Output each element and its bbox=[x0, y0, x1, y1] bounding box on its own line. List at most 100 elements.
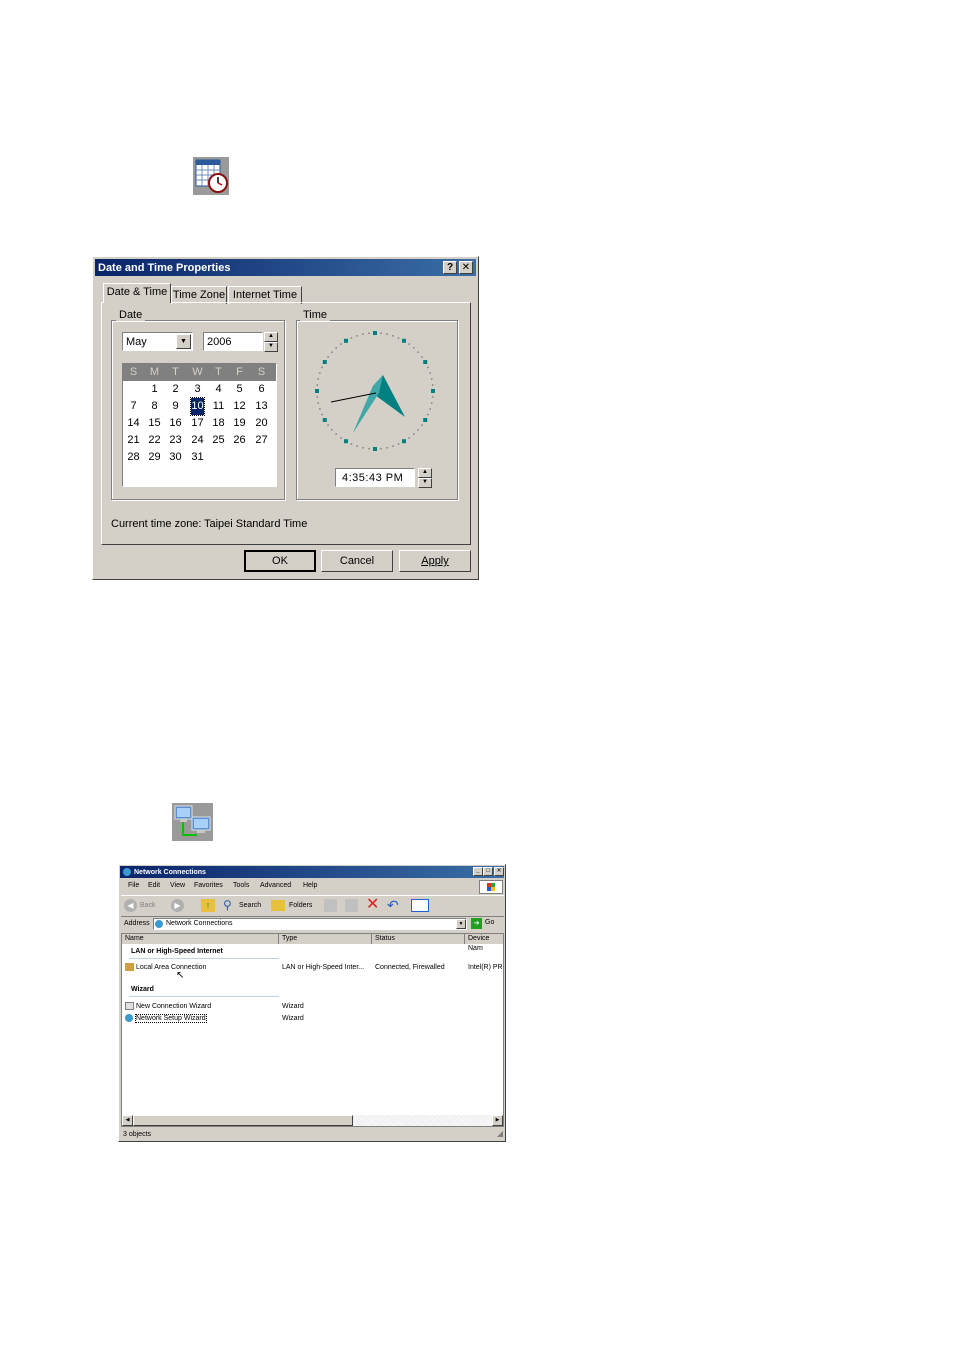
calendar-day[interactable]: 12 bbox=[229, 398, 250, 415]
calendar-day[interactable]: 20 bbox=[251, 415, 272, 432]
calendar-day[interactable]: 28 bbox=[123, 449, 144, 466]
clock-minute-mark bbox=[431, 396, 434, 398]
calendar-day[interactable]: 22 bbox=[144, 432, 165, 449]
menu-advanced[interactable]: Advanced bbox=[260, 882, 291, 889]
calendar-day[interactable]: 5 bbox=[229, 381, 250, 398]
clock-hour-mark bbox=[322, 360, 327, 364]
calendar-day[interactable]: 24 bbox=[187, 432, 208, 449]
menu-tools[interactable]: Tools bbox=[233, 882, 249, 889]
calendar-day[interactable]: 18 bbox=[208, 415, 229, 432]
calendar-day[interactable]: 25 bbox=[208, 432, 229, 449]
clock-minute-mark bbox=[397, 337, 400, 339]
clock-minute-mark bbox=[417, 429, 419, 431]
year-field[interactable]: 2006 bbox=[203, 332, 263, 351]
row3-type: Wizard bbox=[282, 1015, 304, 1022]
clock-minute-mark bbox=[316, 396, 319, 398]
horizontal-scrollbar[interactable]: ◀ ▶ bbox=[122, 1115, 503, 1126]
calendar-day-selected[interactable]: 10 bbox=[190, 397, 205, 416]
ok-button[interactable]: OK bbox=[244, 550, 316, 572]
calendar-day[interactable]: 17 bbox=[187, 415, 208, 432]
forward-arrow-icon[interactable]: ▶ bbox=[171, 899, 184, 912]
calendar-day[interactable]: 26 bbox=[229, 432, 250, 449]
time-field[interactable]: 4:35:43 PM bbox=[335, 468, 415, 487]
calendar-day[interactable]: 19 bbox=[229, 415, 250, 432]
calendar-day[interactable]: 21 bbox=[123, 432, 144, 449]
nc-titlebar[interactable]: Network Connections bbox=[120, 866, 504, 878]
month-dropdown-button[interactable]: ▼ bbox=[176, 334, 191, 349]
undo-icon[interactable]: ↶ bbox=[387, 896, 399, 914]
calendar-day[interactable]: 30 bbox=[165, 449, 186, 466]
calendar-day[interactable]: 27 bbox=[251, 432, 272, 449]
calendar-day[interactable]: 8 bbox=[144, 398, 165, 415]
table-row[interactable]: Network Setup Wizard Wizard bbox=[122, 1013, 503, 1024]
col-status[interactable]: Status bbox=[372, 934, 465, 944]
calendar-day[interactable]: 4 bbox=[208, 381, 229, 398]
col-name[interactable]: Name bbox=[122, 934, 279, 944]
dialog-titlebar[interactable]: Date and Time Properties bbox=[95, 259, 476, 276]
search-button[interactable]: ⚲ Search bbox=[223, 899, 267, 913]
table-row[interactable]: New Connection Wizard Wizard bbox=[122, 1001, 503, 1012]
col-type[interactable]: Type bbox=[279, 934, 372, 944]
year-spin-up[interactable]: ▲ bbox=[264, 332, 278, 342]
address-input[interactable]: Network Connections ▼ bbox=[153, 918, 467, 930]
menu-favorites[interactable]: Favorites bbox=[194, 882, 223, 889]
calendar-day[interactable]: 6 bbox=[251, 381, 272, 398]
views-icon[interactable] bbox=[411, 899, 429, 912]
calendar-day[interactable]: 16 bbox=[165, 415, 186, 432]
resize-grip-icon[interactable]: ◢ bbox=[497, 1129, 503, 1138]
apply-button[interactable]: Apply bbox=[399, 550, 471, 572]
month-select[interactable]: May ▼ bbox=[122, 332, 193, 351]
calendar-day[interactable]: 23 bbox=[165, 432, 186, 449]
time-spin-up[interactable]: ▲ bbox=[418, 468, 432, 478]
folders-button[interactable]: Folders bbox=[271, 899, 317, 913]
clock-hour-hand-highlight bbox=[353, 375, 383, 433]
calendar-day[interactable]: 11 bbox=[208, 398, 229, 415]
calendar-day[interactable]: 15 bbox=[144, 415, 165, 432]
clock-minute-mark bbox=[319, 408, 321, 410]
nc-close-button[interactable]: ✕ bbox=[494, 867, 504, 876]
calendar-day[interactable]: 2 bbox=[165, 381, 186, 398]
scroll-right-button[interactable]: ▶ bbox=[492, 1115, 503, 1126]
move-to-icon[interactable] bbox=[324, 899, 337, 912]
calendar-day[interactable]: 9 bbox=[165, 398, 186, 415]
calendar-day[interactable]: 14 bbox=[123, 415, 144, 432]
nc-maximize-button[interactable]: □ bbox=[483, 867, 493, 876]
nc-minimize-button[interactable]: _ bbox=[473, 867, 483, 876]
calendar-day[interactable]: 1 bbox=[144, 381, 165, 398]
scroll-thumb[interactable] bbox=[133, 1115, 353, 1126]
menu-file[interactable]: File bbox=[128, 882, 139, 889]
clock-hour-mark bbox=[344, 439, 348, 444]
col-device[interactable]: Device Nam bbox=[465, 934, 503, 952]
time-spin-down[interactable]: ▼ bbox=[418, 478, 432, 488]
row3-name: Network Setup Wizard bbox=[135, 1014, 207, 1023]
nc-status-bar: 3 objects ◢ bbox=[121, 1129, 504, 1140]
clock-minute-mark bbox=[331, 351, 333, 353]
mouse-cursor-icon: ↖ bbox=[176, 970, 185, 981]
tab-date-time[interactable]: Date & Time bbox=[103, 283, 171, 303]
calendar-day[interactable]: 7 bbox=[123, 398, 144, 415]
go-button[interactable]: ➔ Go bbox=[471, 918, 501, 930]
weekday-header: S bbox=[129, 366, 138, 378]
clock-minute-mark bbox=[397, 443, 400, 445]
scroll-left-button[interactable]: ◀ bbox=[122, 1115, 133, 1126]
cancel-button[interactable]: Cancel bbox=[321, 550, 393, 572]
address-dropdown-button[interactable]: ▼ bbox=[456, 919, 466, 929]
menu-edit[interactable]: Edit bbox=[148, 882, 160, 889]
delete-icon[interactable]: ✕ bbox=[366, 896, 379, 914]
calendar-day[interactable]: 13 bbox=[251, 398, 272, 415]
copy-to-icon[interactable] bbox=[345, 899, 358, 912]
back-button[interactable]: ◀ Back bbox=[124, 899, 166, 913]
calendar-day[interactable]: 3 bbox=[187, 381, 208, 398]
clock-minute-mark bbox=[421, 424, 423, 426]
up-folder-icon[interactable]: ↑ bbox=[201, 899, 215, 912]
help-button[interactable]: ? bbox=[443, 261, 457, 274]
back-arrow-icon: ◀ bbox=[124, 899, 137, 912]
calendar-day[interactable]: 31 bbox=[187, 449, 208, 466]
windows-logo-icon bbox=[479, 880, 503, 894]
calendar-day[interactable]: 29 bbox=[144, 449, 165, 466]
year-spin-down[interactable]: ▼ bbox=[264, 342, 278, 352]
close-button[interactable]: ✕ bbox=[459, 261, 473, 274]
menu-help[interactable]: Help bbox=[303, 882, 317, 889]
nc-toolbar: ◀ Back ▶ ↑ ⚲ Search Folders ✕ ↶ bbox=[121, 895, 504, 917]
menu-view[interactable]: View bbox=[170, 882, 185, 889]
